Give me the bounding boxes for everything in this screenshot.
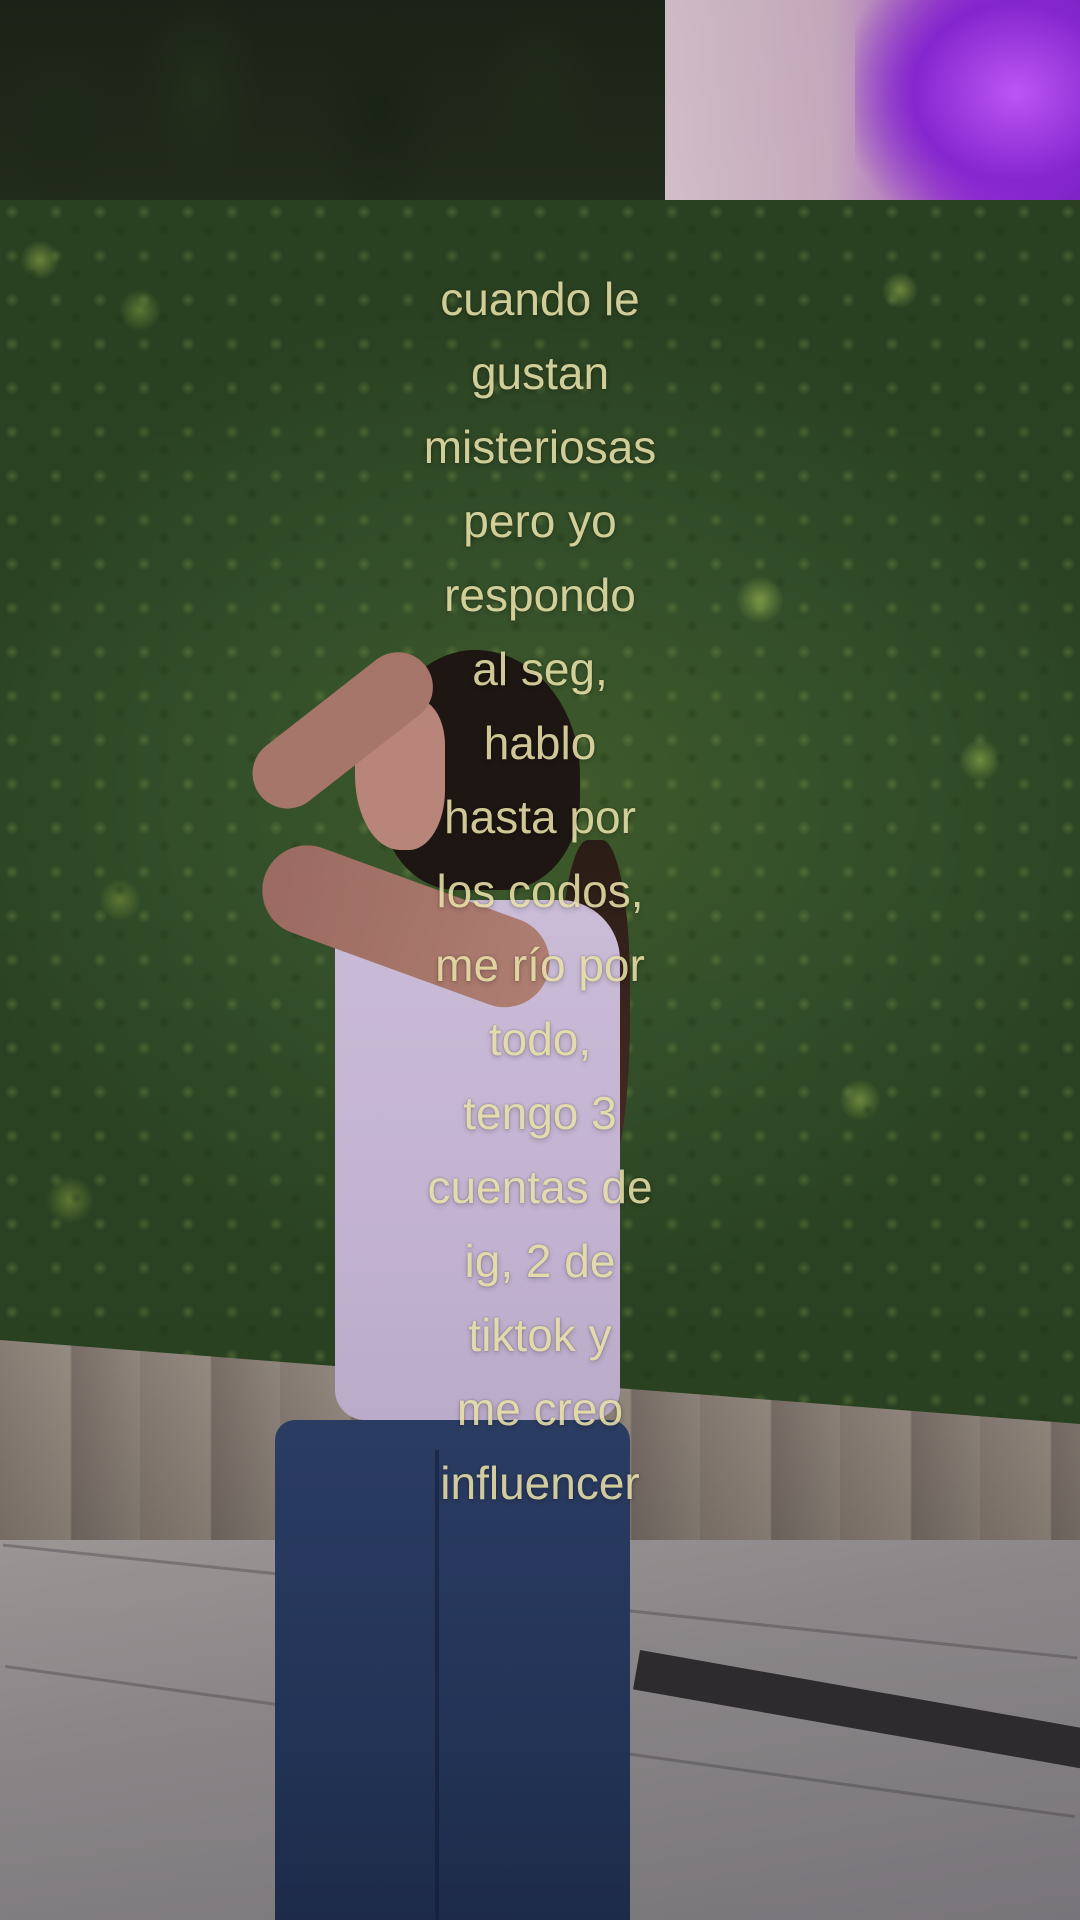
caption-line: pero yo <box>463 495 617 547</box>
caption-line: influencer <box>440 1457 640 1509</box>
caption-line: me río por <box>435 939 645 991</box>
caption-line: tiktok y <box>468 1309 612 1361</box>
video-frame: cuando le gustan misteriosas pero yo res… <box>0 0 1080 1920</box>
caption-line: respondo <box>444 569 636 621</box>
caption-line: gustan <box>470 347 610 399</box>
caption-line: hablo <box>483 717 597 769</box>
caption-line: tengo 3 <box>463 1087 617 1139</box>
caption-line: los codos, <box>436 865 644 917</box>
caption-line: todo, <box>488 1013 592 1065</box>
caption-line: me creo <box>456 1383 624 1435</box>
caption-line: ig, 2 de <box>464 1235 616 1287</box>
caption-line: cuando le <box>440 273 640 325</box>
caption-line: al seg, <box>472 643 608 695</box>
caption-line: hasta por <box>444 791 636 843</box>
caption-line: cuentas de <box>427 1161 653 1213</box>
caption-line: misteriosas <box>423 421 657 473</box>
video-caption: cuando le gustan misteriosas pero yo res… <box>300 262 780 1520</box>
